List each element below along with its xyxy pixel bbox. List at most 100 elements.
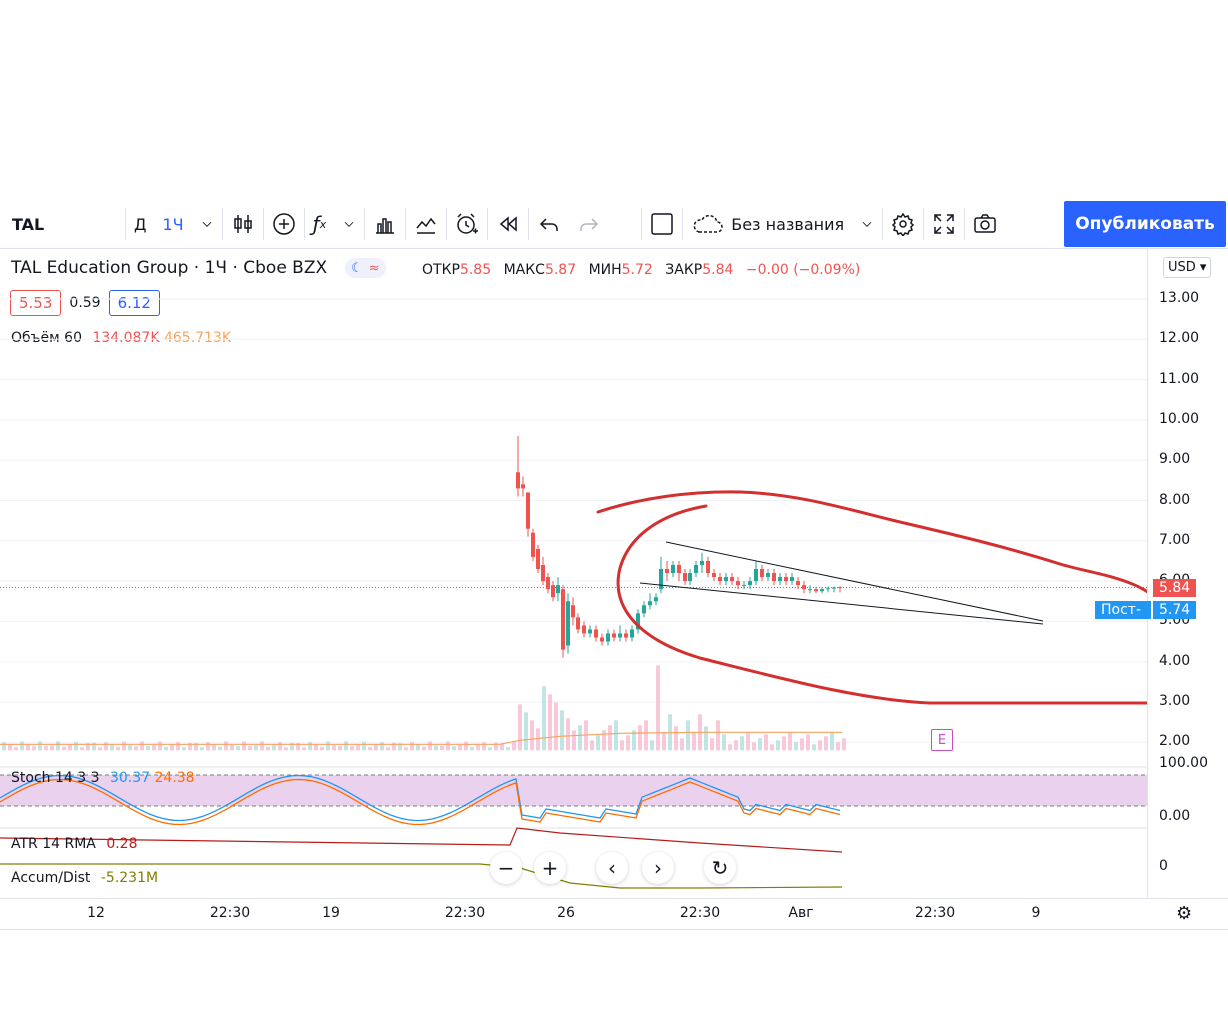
volume-bar <box>836 742 840 751</box>
candle-body <box>688 573 692 582</box>
volume-bar <box>116 746 120 751</box>
templates-icon[interactable] <box>406 200 446 248</box>
price-chart-canvas[interactable] <box>0 248 1147 898</box>
volume-bar <box>128 745 132 751</box>
time-tick: 22:30 <box>914 905 956 921</box>
earnings-event-marker[interactable]: E <box>931 729 953 751</box>
candle-body <box>700 560 704 565</box>
volume-bar <box>752 742 756 751</box>
volume-bar <box>122 741 126 751</box>
volume-bar <box>368 746 372 751</box>
volume-bar <box>260 741 264 751</box>
candle-body <box>814 589 818 592</box>
price-tick: 11.00 <box>1159 370 1200 387</box>
layout-chevron-icon[interactable] <box>852 200 882 248</box>
osc-bottom-tick: 0.00 <box>1159 808 1191 824</box>
symbol-search[interactable]: TAL <box>0 200 125 248</box>
currency-select[interactable]: USD ▾ <box>1163 257 1212 278</box>
volume-bar <box>338 746 342 751</box>
time-axis[interactable]: ⚙ 12 22:30 19 22:30 26 22:30 Авг 22:30 9 <box>0 898 1228 930</box>
accum-label: Accum/Dist <box>11 870 91 886</box>
settings-gear-icon[interactable] <box>883 200 923 248</box>
volume-bar <box>572 730 576 751</box>
camera-icon[interactable] <box>965 200 1005 248</box>
interval-dropdown-chevron-icon[interactable] <box>192 200 222 248</box>
candles-style-icon[interactable] <box>223 200 263 248</box>
volume-bar <box>770 744 774 751</box>
zoom-out-button[interactable]: − <box>490 852 522 884</box>
atr-legend: ATR 14 RMA 0.28 <box>11 836 138 852</box>
time-tick: 22:30 <box>209 905 251 921</box>
volume-bar <box>446 741 450 751</box>
price-tick: 7.00 <box>1159 531 1191 548</box>
volume-bar <box>518 704 522 751</box>
price-tick: 13.00 <box>1159 290 1200 306</box>
scroll-left-button[interactable]: ‹ <box>596 852 628 884</box>
volume-bar <box>824 736 828 751</box>
volume-bar <box>554 702 558 751</box>
candle-body <box>724 577 728 582</box>
post-market-tag: Пост- <box>1095 601 1151 619</box>
publish-button[interactable]: Опубликовать <box>1064 201 1226 247</box>
volume-bar <box>356 744 360 751</box>
volume-bar <box>560 710 564 751</box>
candle-body <box>802 585 806 590</box>
volume-bar <box>788 732 792 751</box>
indicators-fx-icon[interactable]: ƒx <box>305 200 335 248</box>
redo-icon[interactable] <box>569 200 609 248</box>
candle-body <box>588 629 592 634</box>
compare-add-icon[interactable] <box>264 200 304 248</box>
scroll-right-button[interactable]: › <box>642 852 674 884</box>
undo-icon[interactable] <box>529 200 569 248</box>
volume-bar <box>536 728 540 751</box>
time-tick: 26 <box>557 905 575 921</box>
volume-bar <box>416 744 420 751</box>
price-axis[interactable]: USD ▾ 13.0012.0011.0010.009.008.007.006.… <box>1147 248 1228 898</box>
volume-bar <box>146 746 150 751</box>
fullscreen-square-icon[interactable] <box>642 200 682 248</box>
volume-bar <box>578 725 582 751</box>
candle-body <box>582 625 586 634</box>
candle-body <box>778 577 782 582</box>
interval-hour-button[interactable]: 1Ч <box>155 200 192 248</box>
volume-bar <box>350 746 354 751</box>
volume-bar <box>104 742 108 751</box>
expand-icon[interactable] <box>924 200 964 248</box>
volume-bar <box>206 742 210 751</box>
volume-bar <box>308 742 312 751</box>
volume-bar <box>806 734 810 751</box>
accum-value: -5.231M <box>100 870 159 886</box>
layout-name[interactable]: Без названия <box>731 200 852 248</box>
zoom-in-button[interactable]: + <box>534 852 566 884</box>
volume-bar <box>278 742 282 751</box>
volume-bar <box>266 746 270 751</box>
candle-body <box>671 564 675 574</box>
volume-bar <box>380 742 384 751</box>
reset-chart-button[interactable]: ↻ <box>704 852 736 884</box>
volume-bar <box>164 746 168 751</box>
volume-bar <box>386 747 390 751</box>
price-tick: 8.00 <box>1159 491 1191 508</box>
interval-day-button[interactable]: Д <box>126 200 155 248</box>
stoch-legend: Stoch 14 3 3 30.37 24.38 <box>11 770 195 786</box>
replay-rewind-icon[interactable] <box>488 200 528 248</box>
candle-body <box>571 605 575 618</box>
volume-bar <box>782 736 786 751</box>
volume-bar <box>170 744 174 751</box>
price-tick: 12.00 <box>1159 330 1200 347</box>
time-tick: 9 <box>1031 905 1041 921</box>
candle-body <box>796 581 800 586</box>
layout-cloud-icon[interactable] <box>683 200 731 248</box>
volume-bar <box>320 746 324 751</box>
alert-clock-icon[interactable] <box>447 200 487 248</box>
candle-body <box>606 633 610 642</box>
candle-body <box>712 573 716 578</box>
candle-body <box>736 581 740 586</box>
axis-settings-gear-icon[interactable]: ⚙ <box>1176 903 1192 924</box>
volume-bar <box>686 720 690 751</box>
volume-bar <box>680 738 684 751</box>
indicators-chevron-icon[interactable] <box>334 200 364 248</box>
financials-icon[interactable] <box>365 200 405 248</box>
volume-bar <box>812 744 816 751</box>
volume-bar <box>602 730 606 751</box>
